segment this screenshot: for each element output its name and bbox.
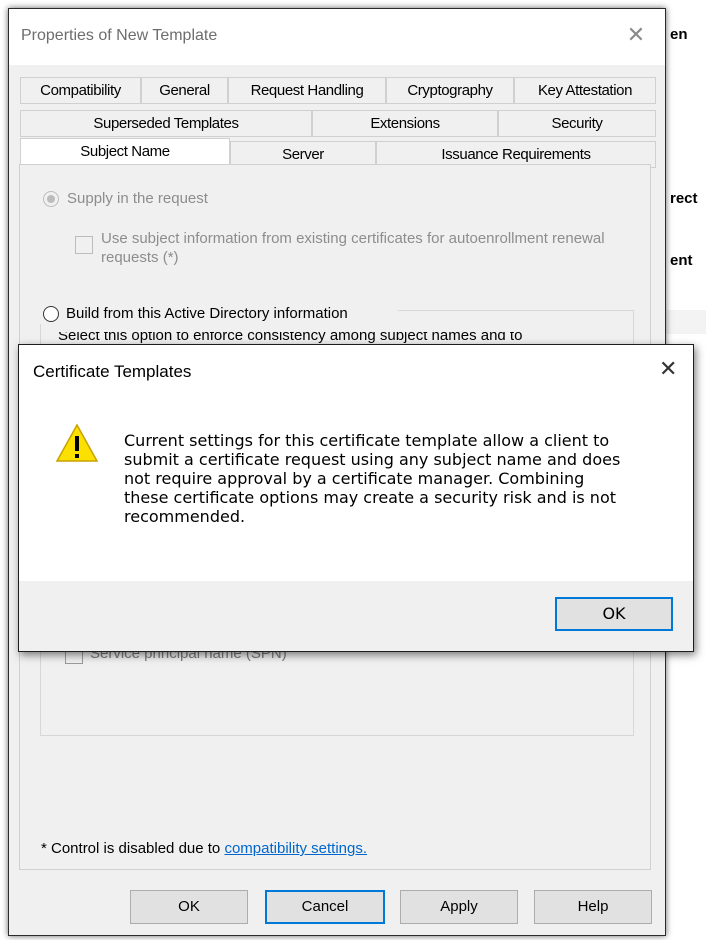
apply-button[interactable]: Apply (400, 890, 518, 924)
modal-footer: OK (19, 581, 693, 651)
tab-row-3: Subject Name Server Issuance Requirement… (20, 138, 656, 168)
background-window-text: en (670, 26, 688, 43)
footnote: * Control is disabled due to compatibili… (41, 840, 367, 857)
use-subject-info-label: Use subject information from existing ce… (101, 230, 605, 266)
tab-compatibility[interactable]: Compatibility (20, 77, 141, 104)
tab-extensions[interactable]: Extensions (312, 110, 498, 137)
spn-label: Service principal name (SPN) (90, 651, 287, 662)
ok-button[interactable]: OK (130, 890, 248, 924)
help-button[interactable]: Help (534, 890, 652, 924)
spn-row-clipped: Service principal name (SPN) (62, 651, 422, 665)
tab-general[interactable]: General (141, 77, 228, 104)
cancel-button[interactable]: Cancel (265, 890, 385, 924)
modal-message: Current settings for this certificate te… (124, 431, 621, 526)
title-bar: Properties of New Template ✕ (9, 9, 665, 65)
background-window-panel (666, 310, 706, 334)
tab-superseded-templates[interactable]: Superseded Templates (20, 110, 312, 137)
select-option-text-clipped: Select this option to enforce consistenc… (58, 332, 618, 344)
use-subject-info-checkbox[interactable] (75, 236, 93, 254)
tab-security[interactable]: Security (498, 110, 656, 137)
modal-ok-button[interactable]: OK (555, 597, 673, 631)
build-from-ad-radio[interactable] (43, 306, 59, 322)
tab-request-handling[interactable]: Request Handling (228, 77, 386, 104)
spn-checkbox[interactable] (65, 651, 83, 664)
tab-row-1: Compatibility General Request Handling C… (20, 77, 656, 104)
close-icon[interactable]: ✕ (659, 355, 677, 385)
close-icon[interactable]: ✕ (619, 21, 653, 51)
compatibility-settings-link[interactable]: compatibility settings. (224, 840, 367, 857)
footnote-text: * Control is disabled due to (41, 840, 225, 857)
supply-in-request-radio[interactable] (43, 191, 59, 207)
window-title: Properties of New Template (21, 27, 218, 44)
modal-title: Certificate Templates (33, 362, 192, 381)
build-from-ad-label: Build from this Active Directory informa… (66, 305, 348, 322)
certificate-templates-modal: Certificate Templates ✕ Current settings… (18, 344, 694, 652)
tab-cryptography[interactable]: Cryptography (386, 77, 514, 104)
tab-row-2: Superseded Templates Extensions Security (20, 110, 656, 137)
tab-key-attestation[interactable]: Key Attestation (514, 77, 656, 104)
supply-in-request-label: Supply in the request (67, 190, 208, 207)
select-option-text: Select this option to enforce consistenc… (58, 332, 523, 344)
background-window-text: rect (670, 190, 698, 207)
warning-icon (55, 423, 99, 462)
background-window-text: ent (670, 252, 693, 269)
